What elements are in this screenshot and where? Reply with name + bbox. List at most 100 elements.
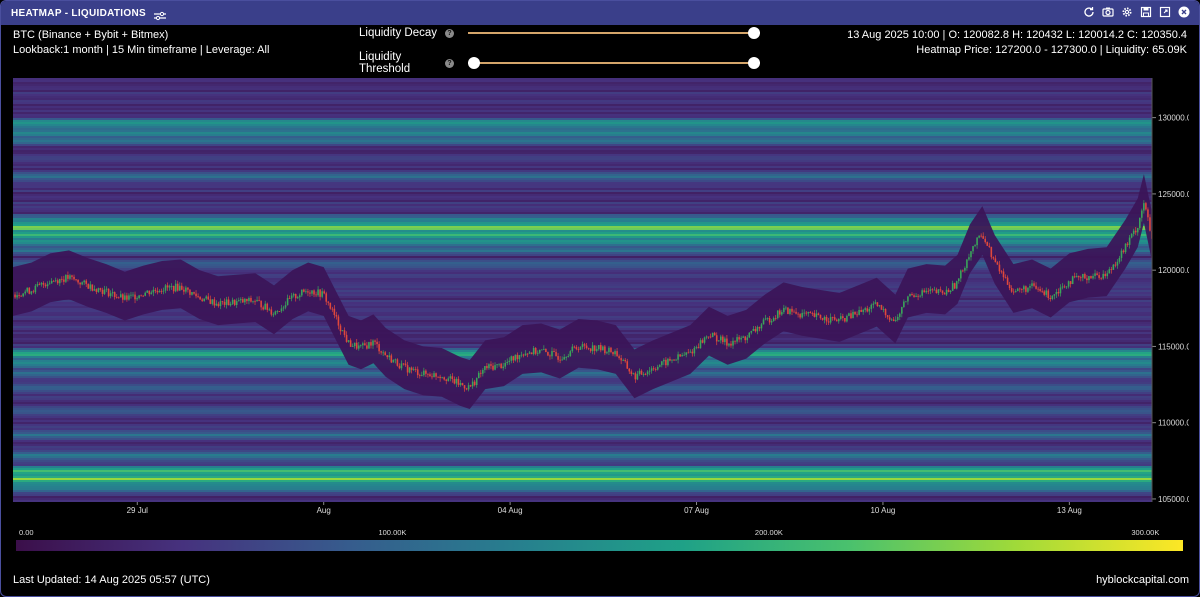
candle-body — [1039, 288, 1041, 291]
candle-body — [199, 296, 201, 300]
candle-body — [1126, 243, 1129, 245]
candle-body — [1134, 230, 1137, 233]
candle-body — [1141, 210, 1143, 218]
candle-body — [880, 305, 883, 310]
candle-body — [854, 311, 856, 315]
candle-body — [522, 354, 525, 356]
brand-link[interactable]: hyblockcapital.com — [1096, 574, 1189, 586]
candle-body — [117, 297, 120, 299]
candle-body — [207, 296, 210, 300]
candle-body — [325, 293, 328, 302]
candle-body — [667, 358, 669, 366]
candle-body — [28, 287, 31, 294]
candle-body — [191, 292, 193, 295]
candle-body — [604, 346, 606, 354]
candle-body — [427, 373, 429, 375]
slider-handle-max[interactable] — [748, 57, 760, 69]
candle-body — [256, 300, 258, 302]
candle-body — [866, 308, 869, 312]
liquidation-heatmap-chart[interactable]: 130000.0 125000.0 120000.0 115000.0 110000.0… — [13, 78, 1189, 558]
candle-body — [219, 301, 222, 307]
candle-body — [20, 295, 22, 297]
candle-body — [530, 352, 533, 355]
refresh-icon[interactable] — [1082, 5, 1096, 19]
liquidity-threshold-slider[interactable] — [468, 57, 760, 69]
candle-body — [451, 376, 454, 380]
candle-body — [453, 379, 456, 384]
candle-body — [138, 295, 140, 299]
candle-body — [988, 245, 991, 247]
candle-body — [170, 285, 173, 287]
candle-body — [364, 343, 366, 346]
candle-body — [400, 363, 403, 369]
candle-body — [494, 365, 496, 370]
candle-body — [240, 299, 242, 301]
candle-body — [406, 365, 409, 373]
colorbar-tick-label: 200.00K — [755, 528, 783, 537]
candle-body — [1000, 271, 1003, 273]
slider-handle[interactable] — [748, 27, 760, 39]
candle-body — [178, 285, 181, 291]
candle-body — [776, 310, 779, 319]
expand-icon[interactable] — [1158, 5, 1172, 19]
candle-body — [298, 295, 301, 298]
candle-body — [720, 336, 722, 341]
candle-body — [901, 307, 903, 314]
candle-body — [984, 238, 987, 243]
candle-body — [842, 316, 844, 318]
close-icon[interactable] — [1177, 5, 1191, 19]
candle-body — [1090, 276, 1092, 279]
candle-body — [595, 349, 598, 351]
liquidity-decay-slider[interactable] — [468, 27, 760, 39]
candle-body — [209, 299, 212, 304]
help-icon[interactable]: ? — [445, 28, 454, 38]
candle-body — [278, 311, 281, 312]
candle-body — [429, 374, 431, 377]
candle-body — [972, 246, 974, 252]
candle-body — [447, 378, 450, 381]
candle-body — [722, 336, 724, 343]
candle-body — [353, 342, 356, 347]
candle-body — [852, 311, 854, 319]
candle-body — [148, 290, 151, 295]
camera-icon[interactable] — [1101, 5, 1115, 19]
slider-handle-min[interactable] — [468, 57, 480, 69]
candle-body — [579, 347, 582, 350]
candle-body — [837, 318, 840, 322]
candle-body — [91, 284, 94, 291]
candle-body — [1149, 217, 1151, 231]
candle-body — [103, 289, 106, 294]
colorbar-tick-label: 100.00K — [378, 528, 406, 537]
candle-body — [404, 363, 407, 366]
candle-body — [935, 289, 938, 294]
candle-body — [1049, 298, 1052, 299]
candle-body — [1059, 287, 1062, 294]
candle-body — [1132, 230, 1135, 234]
candle-body — [909, 294, 911, 297]
candle-body — [1021, 289, 1023, 290]
candle-body — [994, 258, 997, 263]
gear-icon[interactable] — [1120, 5, 1134, 19]
candle-body — [449, 376, 452, 379]
save-icon[interactable] — [1139, 5, 1153, 19]
candle-body — [953, 283, 956, 289]
help-icon[interactable]: ? — [445, 58, 454, 68]
candle-body — [703, 337, 706, 343]
candle-body — [1118, 257, 1121, 262]
candle-body — [656, 366, 659, 370]
candle-body — [105, 288, 108, 290]
candle-body — [213, 299, 216, 306]
candle-body — [101, 289, 104, 294]
candle-body — [689, 351, 692, 353]
candle-body — [1145, 203, 1147, 210]
candle-body — [183, 289, 185, 292]
tune-icon[interactable] — [153, 8, 166, 21]
candle-body — [1102, 273, 1104, 279]
liquidity-threshold-control: Liquidity Threshold ? — [359, 51, 760, 75]
candle-body — [459, 383, 462, 385]
lookback-info: Lookback:1 month | 15 Min timeframe | Le… — [13, 44, 270, 56]
candle-body — [63, 279, 65, 282]
candle-body — [36, 284, 39, 286]
candle-body — [652, 368, 655, 370]
y-tick-label: 125000.0 — [1158, 190, 1189, 199]
